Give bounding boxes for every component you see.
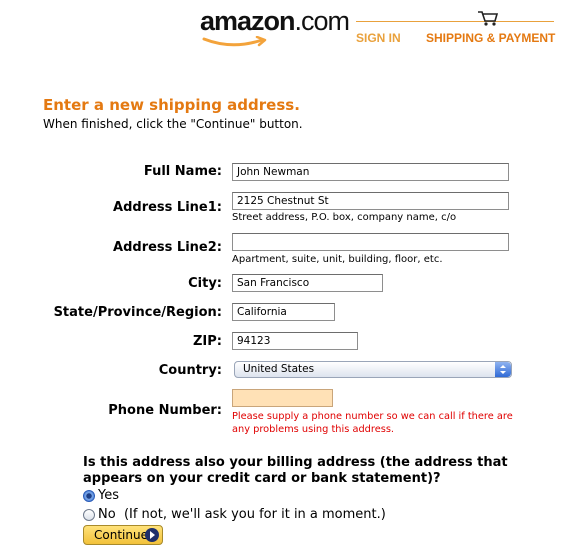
full-name-input[interactable]: John Newman <box>232 163 509 181</box>
radio-yes-label: Yes <box>98 488 119 503</box>
address-line2-label: Address Line2: <box>113 240 222 255</box>
country-label: Country: <box>158 363 222 378</box>
checkout-progress-line <box>356 21 554 22</box>
billing-option-yes[interactable]: Yes <box>83 488 119 503</box>
state-input[interactable]: California <box>232 303 335 321</box>
page-instructions: When finished, click the "Continue" butt… <box>43 117 303 131</box>
radio-no-label: No (If not, we'll ask you for it in a mo… <box>98 507 386 522</box>
address-line2-hint: Apartment, suite, unit, building, floor,… <box>232 254 443 265</box>
city-input[interactable]: San Francisco <box>232 274 383 292</box>
country-selected-value: United States <box>243 363 315 375</box>
phone-input[interactable] <box>232 389 333 407</box>
amazon-logo[interactable]: amazon.com <box>200 6 351 47</box>
city-label: City: <box>188 276 222 291</box>
address-line1-hint: Street address, P.O. box, company name, … <box>232 212 457 223</box>
billing-question: Is this address also your billing addres… <box>83 455 508 486</box>
address-line2-input[interactable] <box>232 233 509 251</box>
address-line1-input[interactable]: 2125 Chestnut St <box>232 192 509 210</box>
select-arrows-icon <box>495 362 511 377</box>
step-sign-in: SIGN IN <box>356 31 401 45</box>
billing-option-no[interactable]: No (If not, we'll ask you for it in a mo… <box>83 507 386 522</box>
arrow-right-icon <box>145 528 159 542</box>
logo-wordmark: amazon <box>200 6 296 36</box>
state-label: State/Province/Region: <box>53 305 222 320</box>
full-name-label: Full Name: <box>143 164 222 179</box>
phone-error-message: Please supply a phone number so we can c… <box>232 411 513 435</box>
zip-input[interactable]: 94123 <box>232 332 358 350</box>
address-line1-label: Address Line1: <box>113 200 222 215</box>
step-shipping-payment: SHIPPING & PAYMENT <box>426 31 556 45</box>
logo-dotcom: .com <box>294 6 351 36</box>
logo-smile-icon <box>202 36 267 47</box>
phone-label: Phone Number: <box>108 403 222 418</box>
page-title: Enter a new shipping address. <box>43 96 300 114</box>
zip-label: ZIP: <box>193 334 222 349</box>
radio-no[interactable] <box>83 508 95 521</box>
radio-yes[interactable] <box>83 489 95 502</box>
continue-button-label: Continue <box>94 528 148 542</box>
country-select[interactable]: United States <box>234 361 512 378</box>
continue-button[interactable]: Continue <box>83 525 163 545</box>
shopping-cart-icon <box>478 11 499 26</box>
